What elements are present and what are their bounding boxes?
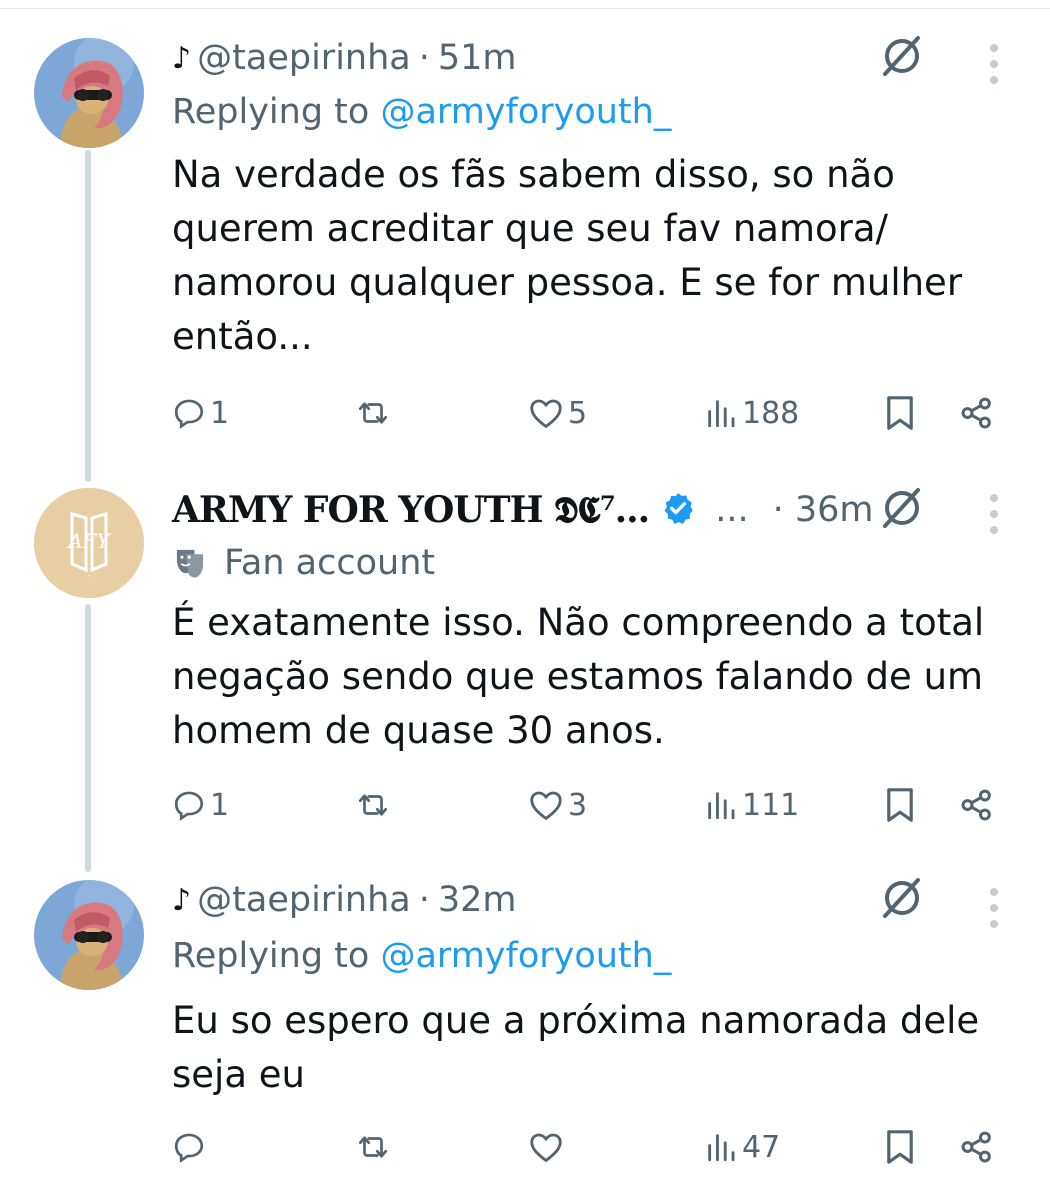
share-icon <box>961 1131 991 1163</box>
music-note: ♪ <box>172 40 192 76</box>
heart-icon <box>530 791 562 820</box>
replying-to: Replying to @armyforyouth_ <box>172 92 671 132</box>
bookmark-button[interactable] <box>884 1122 916 1172</box>
dot-separator: · <box>418 38 430 78</box>
music-note: ♪ <box>172 882 192 918</box>
user-handle[interactable]: @taepirinha <box>197 880 411 920</box>
repost-button[interactable] <box>354 1122 396 1172</box>
timestamp[interactable]: · 36m <box>773 490 874 530</box>
tweet-header: ARMY FOR YOUTH 𝕯𝕮⁷... ... · 36m <box>172 488 873 532</box>
replying-label: Replying to <box>172 936 370 976</box>
fan-account-label: Fan account <box>172 540 435 586</box>
repost-icon <box>358 402 388 424</box>
top-divider <box>0 8 1050 9</box>
verified-badge-icon <box>661 491 695 529</box>
view-count: 111 <box>742 787 800 823</box>
more-options-icon[interactable] <box>987 494 1001 542</box>
heart-icon <box>530 399 562 428</box>
repost-button[interactable] <box>354 780 396 830</box>
repost-icon <box>358 794 388 816</box>
more-options-icon[interactable] <box>987 44 1001 92</box>
reply-button[interactable] <box>172 1122 210 1172</box>
timestamp[interactable]: 32m <box>438 880 517 920</box>
analytics-icon <box>708 792 735 820</box>
grok-icon[interactable] <box>878 874 926 926</box>
grok-icon[interactable] <box>878 484 926 536</box>
share-button[interactable] <box>958 780 996 830</box>
view-count: 47 <box>742 1129 781 1165</box>
dot-separator: · <box>418 880 430 920</box>
more-options-icon[interactable] <box>987 888 1001 936</box>
share-button[interactable] <box>958 388 996 438</box>
thread-line <box>85 150 91 482</box>
like-button[interactable]: 5 <box>528 388 587 438</box>
like-button[interactable]: 3 <box>528 780 587 830</box>
handle-ellipsis: ... <box>715 490 749 530</box>
share-icon <box>961 789 991 821</box>
tweet-header: ♪ @taepirinha · 51m <box>172 36 517 80</box>
display-name[interactable]: ARMY FOR YOUTH 𝕯𝕮⁷... <box>172 489 650 532</box>
tweet-text: Eu so espero que a próxima namorada dele… <box>172 999 980 1096</box>
reply-icon <box>174 791 204 821</box>
avatar[interactable] <box>34 38 144 148</box>
views-button[interactable]: 111 <box>704 780 799 830</box>
mention-link[interactable]: @armyforyouth_ <box>380 936 671 976</box>
action-bar: 1 5 188 <box>172 388 1002 438</box>
theater-masks-icon <box>176 549 204 578</box>
mention-link[interactable]: @armyforyouth_ <box>380 92 671 132</box>
thread-line <box>85 604 91 872</box>
analytics-icon <box>708 1134 735 1162</box>
reply-count: 1 <box>210 395 230 431</box>
reply-button[interactable]: 1 <box>172 780 229 830</box>
analytics-icon <box>708 400 735 428</box>
heart-icon <box>530 1133 562 1162</box>
like-button[interactable] <box>528 1122 568 1172</box>
grok-icon[interactable] <box>878 32 926 84</box>
like-count: 3 <box>568 787 588 823</box>
action-bar: 1 3 111 <box>172 780 1002 830</box>
tweet-text: É exatamente isso. Não compreendo a tota… <box>172 601 985 752</box>
avatar[interactable]: AFY ⁷ <box>34 488 144 598</box>
timestamp[interactable]: 51m <box>438 38 517 78</box>
replying-to: Replying to @armyforyouth_ <box>172 936 671 976</box>
svg-text:AFY: AFY <box>66 529 111 553</box>
avatar[interactable] <box>34 880 144 990</box>
bookmark-icon <box>887 788 913 822</box>
reply-icon <box>174 399 204 429</box>
views-button[interactable]: 47 <box>704 1122 780 1172</box>
fan-account-text: Fan account <box>224 543 436 583</box>
like-count: 5 <box>568 395 588 431</box>
bookmark-icon <box>887 396 913 430</box>
bookmark-button[interactable] <box>884 780 916 830</box>
replying-label: Replying to <box>172 92 370 132</box>
repost-button[interactable] <box>354 388 396 438</box>
repost-icon <box>358 1136 388 1158</box>
bookmark-button[interactable] <box>884 388 916 438</box>
share-button[interactable] <box>958 1122 996 1172</box>
reply-count: 1 <box>210 787 230 823</box>
view-count: 188 <box>742 395 800 431</box>
share-icon <box>961 397 991 429</box>
action-bar: 47 <box>172 1122 1002 1172</box>
svg-text:⁷: ⁷ <box>88 574 91 582</box>
bookmark-icon <box>887 1130 913 1164</box>
tweet-header: ♪ @taepirinha · 32m <box>172 878 517 922</box>
reply-icon <box>174 1133 204 1163</box>
user-handle[interactable]: @taepirinha <box>197 38 411 78</box>
reply-button[interactable]: 1 <box>172 388 229 438</box>
tweet-text: Na verdade os fãs sabem disso, so não qu… <box>172 153 963 358</box>
views-button[interactable]: 188 <box>704 388 799 438</box>
